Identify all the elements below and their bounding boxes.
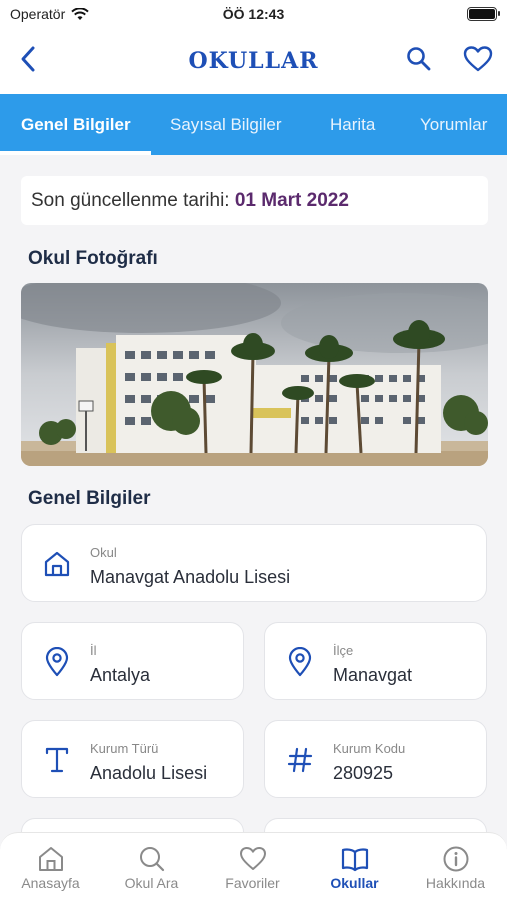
nav-label-okullar: Okullar bbox=[330, 875, 379, 891]
district-value: Manavgat bbox=[333, 665, 413, 685]
hash-icon bbox=[287, 747, 313, 773]
navigation-bar: OKULLAR bbox=[0, 28, 507, 94]
province-card: İl Antalya bbox=[21, 622, 244, 700]
bottom-navigation: Anasayfa Okul Ara Favoriler Okullar Hakk… bbox=[0, 832, 507, 900]
institution-type-label: Kurum Türü bbox=[90, 741, 159, 756]
nav-item-okullar[interactable]: Okullar bbox=[304, 833, 405, 900]
favorite-heart-icon[interactable] bbox=[463, 45, 493, 73]
heart-icon bbox=[240, 847, 266, 870]
school-value: Manavgat Anadolu Lisesi bbox=[90, 567, 291, 587]
location-pin-icon bbox=[45, 647, 69, 677]
institution-code-value: 280925 bbox=[333, 763, 394, 783]
school-building-icon bbox=[44, 551, 70, 577]
institution-code-label: Kurum Kodu bbox=[333, 741, 406, 756]
tab-sayisal-bilgiler[interactable]: Sayısal Bilgiler bbox=[170, 94, 282, 155]
district-card: İlçe Manavgat bbox=[264, 622, 487, 700]
nav-label-anasayfa: Anasayfa bbox=[21, 875, 80, 891]
clock: ÖÖ 12:43 bbox=[222, 6, 285, 22]
search-icon[interactable] bbox=[405, 45, 433, 73]
book-icon bbox=[341, 848, 369, 872]
school-photo[interactable] bbox=[21, 283, 488, 466]
institution-code-card: Kurum Kodu 280925 bbox=[264, 720, 487, 798]
nav-label-hakkinda: Hakkında bbox=[425, 875, 486, 891]
nav-item-hakkinda[interactable]: Hakkında bbox=[405, 833, 506, 900]
active-tab-indicator bbox=[0, 151, 151, 155]
province-label: İl bbox=[90, 643, 97, 658]
last-update-date: 01 Mart 2022 bbox=[234, 190, 349, 211]
nav-label-favoriler: Favoriler bbox=[225, 875, 280, 891]
info-icon bbox=[443, 846, 469, 872]
text-type-icon bbox=[45, 747, 69, 773]
general-info-section-title: Genel Bilgiler bbox=[28, 488, 151, 509]
school-label: Okul bbox=[90, 545, 117, 560]
last-update-label: Son güncellenme tarihi: bbox=[31, 190, 230, 211]
battery-icon bbox=[467, 7, 500, 21]
school-name-card: Okul Manavgat Anadolu Lisesi bbox=[21, 524, 487, 602]
location-pin-icon bbox=[288, 647, 312, 677]
nav-item-anasayfa[interactable]: Anasayfa bbox=[0, 833, 101, 900]
search-icon bbox=[140, 847, 165, 872]
status-bar: Operatör ÖÖ 12:43 bbox=[0, 0, 507, 28]
home-icon bbox=[39, 847, 63, 871]
tab-genel-bilgiler[interactable]: Genel Bilgiler bbox=[21, 94, 131, 155]
photo-section-title: Okul Fotoğrafı bbox=[28, 248, 158, 269]
institution-type-card: Kurum Türü Anadolu Lisesi bbox=[21, 720, 244, 798]
last-update-box: Son güncellenme tarihi: 01 Mart 2022 bbox=[21, 176, 488, 225]
province-value: Antalya bbox=[90, 665, 151, 685]
nav-label-okul-ara: Okul Ara bbox=[124, 875, 179, 891]
tab-harita[interactable]: Harita bbox=[330, 94, 375, 155]
tab-bar: Genel Bilgiler Sayısal Bilgiler Harita Y… bbox=[0, 94, 507, 155]
district-label: İlçe bbox=[333, 643, 354, 658]
tab-yorumlar[interactable]: Yorumlar bbox=[420, 94, 487, 155]
nav-item-favoriler[interactable]: Favoriler bbox=[202, 833, 303, 900]
nav-item-okul-ara[interactable]: Okul Ara bbox=[101, 833, 202, 900]
institution-type-value: Anadolu Lisesi bbox=[90, 763, 208, 783]
